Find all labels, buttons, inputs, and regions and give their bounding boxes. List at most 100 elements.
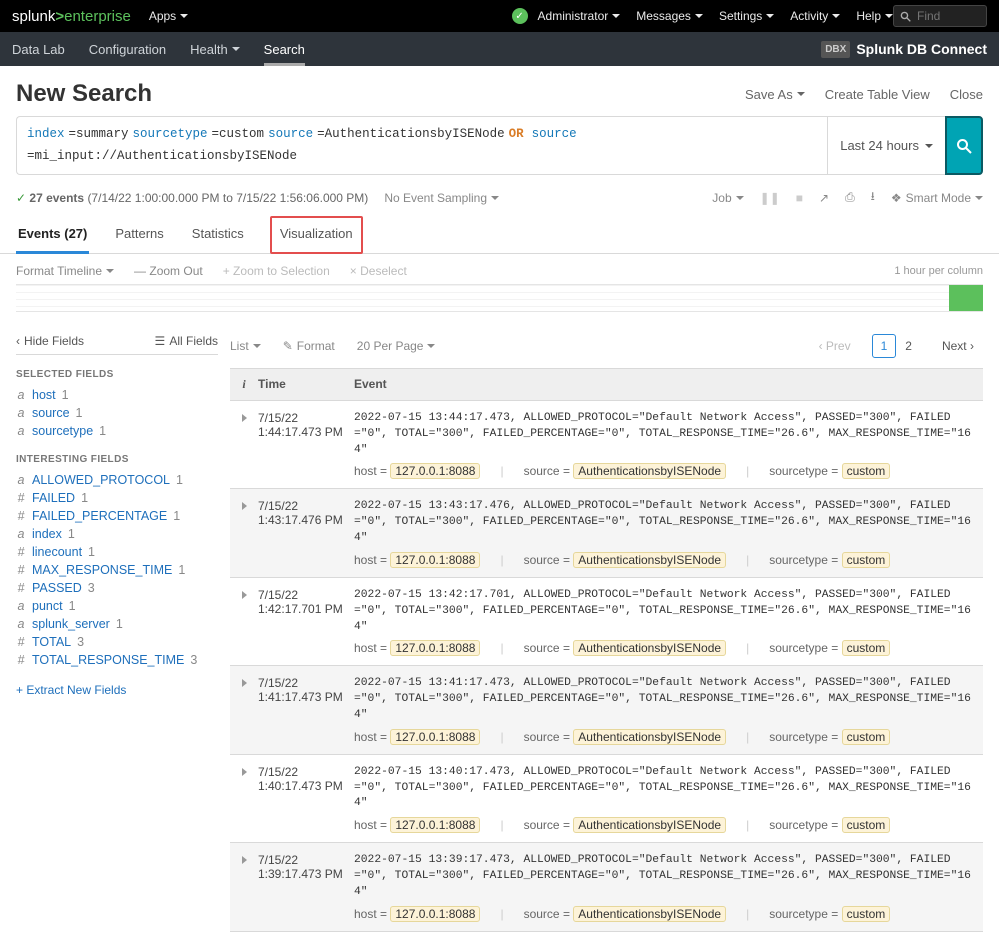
field-name[interactable]: source <box>32 406 70 420</box>
event-raw[interactable]: 2022-07-15 13:41:17.473, ALLOWED_PROTOCO… <box>354 676 979 723</box>
expand-event-toggle[interactable] <box>230 401 258 488</box>
pager-page-1[interactable]: 1 <box>872 334 897 358</box>
field-FAILED[interactable]: #FAILED1 <box>16 489 218 507</box>
field-name[interactable]: ALLOWED_PROTOCOL <box>32 473 170 487</box>
meta-host[interactable]: 127.0.0.1:8088 <box>390 817 480 833</box>
expand-event-toggle[interactable] <box>230 666 258 753</box>
apps-menu[interactable]: Apps <box>149 9 188 23</box>
smart-mode-menu[interactable]: ❖ Smart Mode <box>891 191 983 205</box>
event-raw[interactable]: 2022-07-15 13:40:17.473, ALLOWED_PROTOCO… <box>354 765 979 812</box>
field-name[interactable]: splunk_server <box>32 617 110 631</box>
field-name[interactable]: TOTAL_RESPONSE_TIME <box>32 653 184 667</box>
col-time-header[interactable]: Time <box>258 369 354 400</box>
field-linecount[interactable]: #linecount1 <box>16 543 218 561</box>
field-name[interactable]: FAILED_PERCENTAGE <box>32 509 167 523</box>
expand-event-toggle[interactable] <box>230 843 258 930</box>
field-splunk_server[interactable]: asplunk_server1 <box>16 615 218 633</box>
field-index[interactable]: aindex1 <box>16 525 218 543</box>
topbar-messages-menu[interactable]: Messages <box>636 9 703 23</box>
export-icon[interactable]: ⭳ <box>871 187 875 208</box>
topbar-settings-menu[interactable]: Settings <box>719 9 774 23</box>
pager-page-2[interactable]: 2 <box>896 334 921 358</box>
tab-patterns[interactable]: Patterns <box>113 216 165 253</box>
per-page-menu[interactable]: 20 Per Page <box>357 339 436 353</box>
topbar-help-menu[interactable]: Help <box>856 9 893 23</box>
field-TOTAL[interactable]: #TOTAL3 <box>16 633 218 651</box>
meta-source[interactable]: AuthenticationsbyISENode <box>573 640 726 656</box>
global-find[interactable] <box>893 5 987 27</box>
meta-source[interactable]: AuthenticationsbyISENode <box>573 463 726 479</box>
topbar-administrator-menu[interactable]: Administrator <box>538 9 621 23</box>
nav-configuration[interactable]: Configuration <box>89 42 166 57</box>
nav-health[interactable]: Health <box>190 42 240 57</box>
field-name[interactable]: sourcetype <box>32 424 93 438</box>
meta-source[interactable]: AuthenticationsbyISENode <box>573 817 726 833</box>
all-fields-button[interactable]: ☰ All Fields <box>155 334 218 348</box>
timeline-chart[interactable] <box>16 284 983 312</box>
field-PASSED[interactable]: #PASSED3 <box>16 579 218 597</box>
timeline-bar[interactable] <box>949 285 983 311</box>
hide-fields-button[interactable]: ‹ Hide Fields <box>16 334 84 348</box>
print-icon[interactable]: ⎙ <box>845 190 855 205</box>
meta-host[interactable]: 127.0.0.1:8088 <box>390 729 480 745</box>
meta-source[interactable]: AuthenticationsbyISENode <box>573 729 726 745</box>
format-button[interactable]: ✎ Format <box>283 339 335 353</box>
field-name[interactable]: MAX_RESPONSE_TIME <box>32 563 172 577</box>
nav-search[interactable]: Search <box>264 42 305 66</box>
field-name[interactable]: FAILED <box>32 491 75 505</box>
meta-source[interactable]: AuthenticationsbyISENode <box>573 906 726 922</box>
health-status-icon[interactable]: ✓ <box>512 8 528 24</box>
field-FAILED_PERCENTAGE[interactable]: #FAILED_PERCENTAGE1 <box>16 507 218 525</box>
field-source[interactable]: asource1 <box>16 404 218 422</box>
find-input[interactable] <box>915 8 975 24</box>
meta-sourcetype[interactable]: custom <box>842 552 891 568</box>
meta-host[interactable]: 127.0.0.1:8088 <box>390 552 480 568</box>
field-sourcetype[interactable]: asourcetype1 <box>16 422 218 440</box>
meta-host[interactable]: 127.0.0.1:8088 <box>390 463 480 479</box>
field-name[interactable]: index <box>32 527 62 541</box>
tab-visualization[interactable]: Visualization <box>270 216 363 254</box>
field-name[interactable]: punct <box>32 599 63 613</box>
meta-sourcetype[interactable]: custom <box>842 463 891 479</box>
field-host[interactable]: ahost1 <box>16 386 218 404</box>
tab-statistics[interactable]: Statistics <box>190 216 246 253</box>
expand-event-toggle[interactable] <box>230 578 258 665</box>
close-link[interactable]: Close <box>950 87 983 102</box>
field-ALLOWED_PROTOCOL[interactable]: aALLOWED_PROTOCOL1 <box>16 471 218 489</box>
field-name[interactable]: TOTAL <box>32 635 71 649</box>
meta-host[interactable]: 127.0.0.1:8088 <box>390 640 480 656</box>
field-TOTAL_RESPONSE_TIME[interactable]: #TOTAL_RESPONSE_TIME3 <box>16 651 218 669</box>
zoom-out-button[interactable]: — Zoom Out <box>134 264 203 278</box>
meta-sourcetype[interactable]: custom <box>842 640 891 656</box>
field-name[interactable]: host <box>32 388 56 402</box>
event-raw[interactable]: 2022-07-15 13:42:17.701, ALLOWED_PROTOCO… <box>354 588 979 635</box>
field-punct[interactable]: apunct1 <box>16 597 218 615</box>
tab-events[interactable]: Events (27) <box>16 216 89 254</box>
meta-sourcetype[interactable]: custom <box>842 729 891 745</box>
create-table-view-link[interactable]: Create Table View <box>825 87 930 102</box>
run-search-button[interactable] <box>945 116 983 175</box>
topbar-activity-menu[interactable]: Activity <box>790 9 840 23</box>
extract-new-fields-link[interactable]: + Extract New Fields <box>16 683 126 697</box>
time-range-picker[interactable]: Last 24 hours <box>827 116 945 175</box>
event-raw[interactable]: 2022-07-15 13:39:17.473, ALLOWED_PROTOCO… <box>354 853 979 900</box>
event-raw[interactable]: 2022-07-15 13:44:17.473, ALLOWED_PROTOCO… <box>354 411 979 458</box>
share-icon[interactable]: ↗ <box>819 191 829 205</box>
search-input[interactable]: index=summary sourcetype=custom source=A… <box>16 116 827 175</box>
field-MAX_RESPONSE_TIME[interactable]: #MAX_RESPONSE_TIME1 <box>16 561 218 579</box>
format-timeline-menu[interactable]: Format Timeline <box>16 264 114 278</box>
list-format-menu[interactable]: List <box>230 339 261 353</box>
event-raw[interactable]: 2022-07-15 13:43:17.476, ALLOWED_PROTOCO… <box>354 499 979 546</box>
expand-event-toggle[interactable] <box>230 755 258 842</box>
expand-event-toggle[interactable] <box>230 489 258 576</box>
meta-sourcetype[interactable]: custom <box>842 817 891 833</box>
job-menu[interactable]: Job <box>712 191 743 205</box>
meta-sourcetype[interactable]: custom <box>842 906 891 922</box>
event-sampling-menu[interactable]: No Event Sampling <box>384 191 499 205</box>
pager-next[interactable]: Next › <box>933 334 983 358</box>
save-as-menu[interactable]: Save As <box>745 87 805 102</box>
field-name[interactable]: PASSED <box>32 581 82 595</box>
meta-source[interactable]: AuthenticationsbyISENode <box>573 552 726 568</box>
nav-data-lab[interactable]: Data Lab <box>12 42 65 57</box>
field-name[interactable]: linecount <box>32 545 82 559</box>
